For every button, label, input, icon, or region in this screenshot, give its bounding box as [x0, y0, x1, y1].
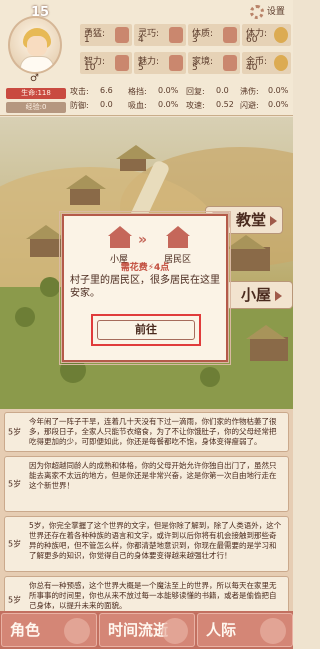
lightning-icon — [274, 27, 288, 43]
residence-icon — [166, 226, 190, 248]
attr-family[interactable]: 家境: 5 — [188, 52, 240, 74]
chevron-right-icon — [270, 215, 278, 226]
combat-stats: 攻击: 6.6 格挡: 0.0% 回复: 0.0 沸伤: 0.0% 防御: 0.… — [70, 84, 291, 112]
log-entry: 5岁 今年闹了一阵子干旱，连着几十天没有下过一滴雨，你们家的作物枯萎了很多，那段… — [4, 412, 289, 452]
log-entry: 5岁 你总有一种预感，这个世界大概是一个魔法至上的世界，所以每天在家里无所事事的… — [4, 576, 289, 611]
attr-value: 10 — [84, 63, 96, 73]
stat-dodge-label: 闪避: — [240, 101, 259, 110]
log-age: 5岁 — [8, 539, 22, 549]
map-house — [26, 225, 66, 257]
people-icon — [260, 618, 286, 644]
stat-attack-value: 6.6 — [100, 86, 113, 95]
event-log[interactable]: 5岁 今年闹了一阵子干旱，连着几十天没有下过一滴雨，你们家的作物枯萎了很多，那段… — [0, 409, 293, 611]
go-button[interactable]: 前往 — [91, 314, 201, 346]
character-card[interactable]: 15 ♂ 生命:118 经验:0 — [2, 2, 68, 114]
log-text: 今年闹了一阵子干旱，连着几十天没有下过一滴雨，你们家的作物枯萎了很多，那段日子，… — [29, 417, 277, 446]
stat-burn-label: 沸伤: — [240, 87, 259, 96]
hp-bar: 生命:118 — [6, 88, 66, 99]
attr-value: 5 — [192, 63, 198, 73]
bottom-nav: 角色 时间流逝 人际 — [0, 611, 293, 649]
nav-label: 角色 — [10, 621, 41, 639]
map-house — [226, 235, 270, 271]
attr-value: 5 — [138, 63, 144, 73]
stat-dodge-value: 0.0% — [268, 100, 289, 109]
attr-dexterity[interactable]: 灵巧: 4 — [134, 24, 186, 46]
stat-lifesteal-label: 吸血: — [128, 101, 147, 110]
gender-icon: ♂ — [30, 73, 39, 84]
attr-value: 3 — [192, 35, 198, 45]
nav-label: 时间流逝 — [108, 621, 169, 639]
log-age: 5岁 — [8, 427, 22, 437]
stat-lifesteal-value: 0.0% — [158, 100, 179, 109]
attr-stamina[interactable]: 体力: 60 — [242, 24, 291, 46]
log-age: 5岁 — [8, 595, 22, 605]
attr-intelligence[interactable]: 智力: 10 — [80, 52, 132, 74]
attr-value: 60 — [246, 35, 258, 45]
log-text: 5岁，你完全掌握了这个世界的文字，但是你除了解到，除了人类语外，这个世界还存在着… — [29, 521, 282, 560]
log-entry: 5岁 因为你超越同龄人的成熟和体格，你的父母开始允许你独自出门了，虽然只能去离家… — [4, 456, 289, 512]
log-text: 你总有一种预感，这个世界大概是一个魔法至上的世界，所以每天在家里无所事事的时间里… — [29, 581, 277, 610]
log-entry: 5岁 5岁，你完全掌握了这个世界的文字，但是你除了解到，除了人类语外，这个世界还… — [4, 516, 289, 572]
hut-label: 小屋 — [241, 286, 272, 304]
chevron-right-icon: » — [138, 232, 148, 248]
settings-button[interactable]: 设置 — [250, 4, 290, 26]
shirt-icon — [169, 55, 183, 71]
map-house — [116, 145, 156, 171]
stat-speed-value: 0.52 — [216, 100, 234, 109]
map-house — [246, 325, 288, 361]
church-label: 教堂 — [236, 211, 267, 229]
travel-dialog: » 小屋 居民区 需花费⚡4点 村子里的居民区，很多居民在这里安家。 前往 — [59, 211, 231, 365]
attr-value: 1 — [84, 35, 90, 45]
combat-row: 攻击: 6.6 格挡: 0.0% 回复: 0.0 沸伤: 0.0% — [70, 84, 291, 98]
location-description: 村子里的居民区，很多居民在这里安家。 — [70, 275, 220, 299]
nav-label: 人际 — [206, 621, 237, 639]
glove-icon — [169, 27, 183, 43]
log-text: 因为你超越同龄人的成熟和体格，你的父母开始允许你独自出门了，虽然只能去离家不太远… — [29, 461, 277, 490]
xp-bar: 经验:0 — [6, 102, 66, 113]
stat-regen-value: 0.0 — [216, 86, 229, 95]
stat-defense-label: 防御: — [70, 101, 89, 110]
arm-icon — [223, 27, 237, 43]
attr-bravery[interactable]: 勇猛: 1 — [80, 24, 132, 46]
nav-social-button[interactable]: 人际 — [197, 613, 293, 647]
brain-icon — [115, 55, 129, 71]
status-panel: 15 ♂ 生命:118 经验:0 设置 勇猛: 1 灵巧: 4 体质: 3 体力… — [0, 0, 293, 116]
house-icon — [223, 55, 237, 71]
stat-regen-label: 回复: — [186, 87, 205, 96]
stat-burn-value: 0.0% — [268, 86, 289, 95]
cost-text: 需花费⚡4点 — [120, 263, 170, 273]
avatar[interactable] — [8, 16, 62, 74]
attr-value: 4 — [138, 35, 144, 45]
stat-block-value: 0.0% — [158, 86, 179, 95]
nav-character-button[interactable]: 角色 — [1, 613, 97, 647]
coin-icon — [274, 55, 288, 71]
log-age: 5岁 — [8, 479, 22, 489]
nav-time-button[interactable]: 时间流逝 — [99, 613, 195, 647]
chevron-right-icon — [275, 290, 283, 301]
stat-defense-value: 0.0 — [100, 100, 113, 109]
settings-label: 设置 — [266, 7, 285, 17]
attr-constitution[interactable]: 体质: 3 — [188, 24, 240, 46]
attr-value: 40 — [246, 63, 258, 73]
map-house — [66, 175, 106, 205]
route-icons: » 小屋 居民区 — [64, 226, 226, 265]
attr-charm[interactable]: 魅力: 5 — [134, 52, 186, 74]
stat-attack-label: 攻击: — [70, 87, 89, 96]
gear-icon — [250, 4, 264, 19]
stat-block-label: 格挡: — [128, 87, 147, 96]
hourglass-icon — [162, 618, 188, 644]
fist-icon — [115, 27, 129, 43]
hut-button[interactable]: 小屋 — [226, 281, 293, 309]
go-button-label: 前往 — [97, 320, 195, 340]
stat-speed-label: 攻速: — [186, 101, 205, 110]
attr-gold[interactable]: 金币: 40 — [242, 52, 291, 74]
character-icon — [64, 618, 90, 644]
hut-icon — [108, 226, 132, 248]
combat-row: 防御: 0.0 吸血: 0.0% 攻速: 0.52 闪避: 0.0% — [70, 98, 291, 112]
